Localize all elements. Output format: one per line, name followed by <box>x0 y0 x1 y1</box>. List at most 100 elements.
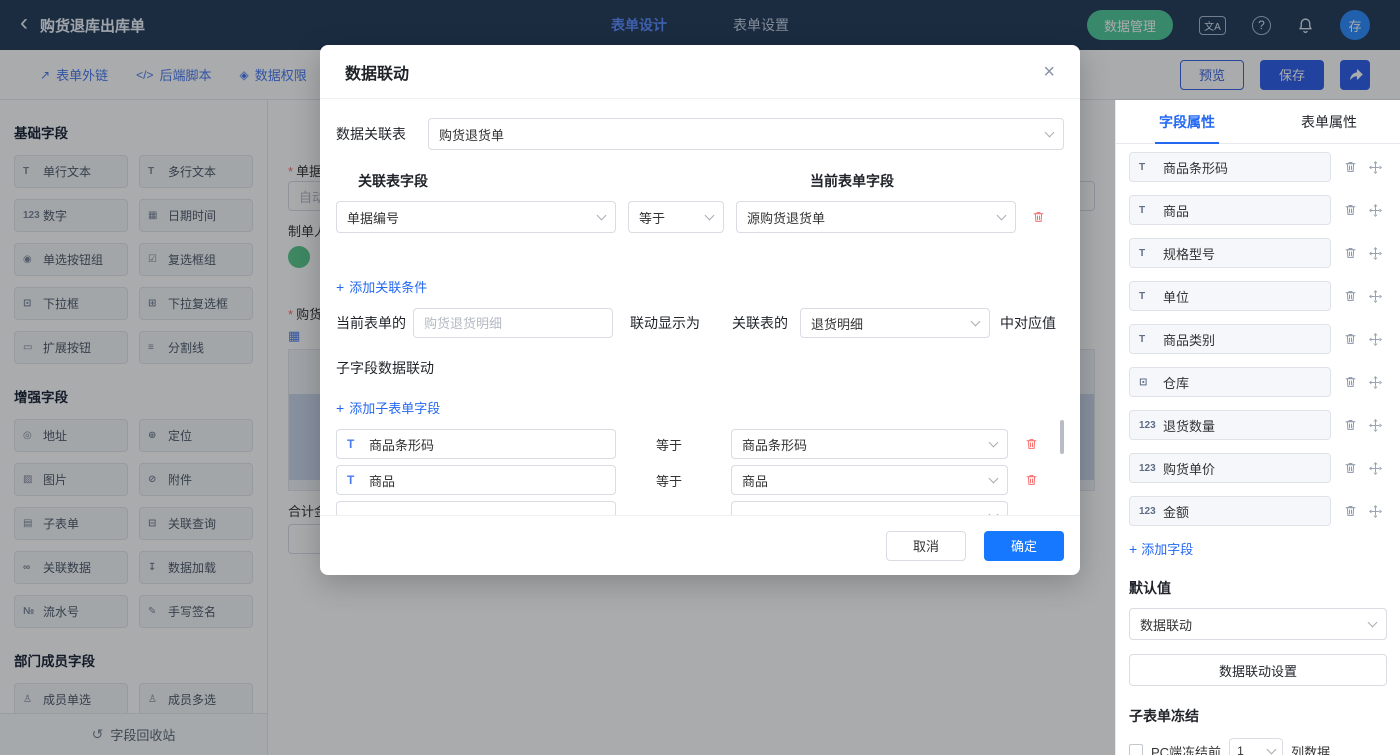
chevron-down-icon <box>989 473 999 483</box>
subfield-target-select[interactable] <box>731 501 1008 515</box>
field-type-icon: 123 <box>1139 420 1163 431</box>
field-item[interactable]: 123 金额 <box>1129 496 1331 526</box>
field-item[interactable]: T 单位 <box>1129 281 1331 311</box>
subfield-linkage-row: T 商品 等于 商品 <box>336 465 1064 495</box>
delete-condition-icon[interactable] <box>1032 210 1045 224</box>
modal-header: 数据联动 × <box>320 45 1080 99</box>
add-field-link[interactable]: + 添加字段 <box>1129 539 1387 558</box>
close-icon[interactable]: × <box>1043 62 1055 82</box>
delete-field-icon[interactable] <box>1344 160 1357 174</box>
properties-panel: 字段属性 表单属性 T 商品条形码 <box>1115 100 1400 755</box>
properties-tabs: 字段属性 表单属性 <box>1116 100 1400 144</box>
default-value-select[interactable]: 数据联动 <box>1129 608 1387 640</box>
subform-field-row: ⊡ 仓库 <box>1129 367 1387 397</box>
subform-field-row: T 商品 <box>1129 195 1387 225</box>
move-field-icon[interactable] <box>1369 462 1382 475</box>
text-field-icon: T <box>347 473 369 487</box>
subform-field-row: 123 金额 <box>1129 496 1387 526</box>
field-item[interactable]: 123 购货单价 <box>1129 453 1331 483</box>
move-field-icon[interactable] <box>1369 419 1382 432</box>
scrollbar-thumb[interactable] <box>1060 420 1064 454</box>
field-item-label: 规格型号 <box>1163 244 1215 263</box>
subfield-rows: T 商品条形码 等于 商品条形码 <box>336 429 1064 515</box>
col-header-current-form-field: 当前表单字段 <box>810 171 894 191</box>
chevron-down-icon <box>1045 127 1055 137</box>
chevron-down-icon <box>971 316 981 326</box>
freeze-checkbox-label: PC端冻结前 <box>1151 742 1221 755</box>
plus-icon: + <box>1129 541 1137 557</box>
tab-field-properties[interactable]: 字段属性 <box>1116 100 1258 143</box>
subfield-linkage-row: T 商品条形码 等于 商品条形码 <box>336 429 1064 459</box>
move-field-icon[interactable] <box>1369 505 1382 518</box>
delete-field-icon[interactable] <box>1344 332 1357 346</box>
subform-field-row: 123 退货数量 <box>1129 410 1387 440</box>
add-subfield-link[interactable]: + 添加子表单字段 <box>336 398 440 417</box>
move-field-icon[interactable] <box>1369 333 1382 346</box>
subfield-operator: 等于 <box>656 435 686 454</box>
delete-field-icon[interactable] <box>1344 246 1357 260</box>
field-item-label: 商品类别 <box>1163 330 1215 349</box>
delete-field-icon[interactable] <box>1344 418 1357 432</box>
linkage-settings-button[interactable]: 数据联动设置 <box>1129 654 1387 686</box>
field-type-icon: 123 <box>1139 506 1163 517</box>
subform-freeze-title: 子表单冻结 <box>1129 706 1387 726</box>
chevron-down-icon <box>989 509 999 515</box>
delete-subfield-icon[interactable] <box>1025 437 1038 451</box>
freeze-setting-row: PC端冻结前 1 列数据 <box>1129 738 1387 755</box>
subform-field-row: T 商品条形码 <box>1129 152 1387 182</box>
delete-field-icon[interactable] <box>1344 375 1357 389</box>
condition-operator-select[interactable]: 等于 <box>628 201 724 233</box>
relation-table-select[interactable]: 购货退货单 <box>428 118 1064 150</box>
plus-icon: + <box>336 279 344 295</box>
move-field-icon[interactable] <box>1369 290 1382 303</box>
subfield-target-select[interactable]: 商品 <box>731 465 1008 495</box>
delete-field-icon[interactable] <box>1344 203 1357 217</box>
tab-form-properties[interactable]: 表单属性 <box>1258 100 1400 143</box>
delete-subfield-icon[interactable] <box>1025 473 1038 487</box>
subfield-target-select[interactable]: 商品条形码 <box>731 429 1008 459</box>
field-type-icon: T <box>1139 205 1163 216</box>
confirm-button[interactable]: 确定 <box>984 531 1064 561</box>
field-type-icon: T <box>1139 162 1163 173</box>
data-linkage-modal: 数据联动 × 数据关联表 购货退货单 关联表字段 当前表单字段 单据编号 <box>320 45 1080 575</box>
condition-target-select[interactable]: 源购货退货单 <box>736 201 1016 233</box>
field-item[interactable]: T 商品条形码 <box>1129 152 1331 182</box>
move-field-icon[interactable] <box>1369 204 1382 217</box>
condition-field-select[interactable]: 单据编号 <box>336 201 616 233</box>
field-type-icon: ⊡ <box>1139 377 1163 388</box>
chevron-down-icon <box>1267 744 1277 754</box>
freeze-count-select[interactable]: 1 <box>1229 738 1283 755</box>
field-type-icon: 123 <box>1139 463 1163 474</box>
chevron-down-icon <box>997 210 1007 220</box>
col-header-relation-field: 关联表字段 <box>358 171 428 191</box>
field-item[interactable]: T 商品类别 <box>1129 324 1331 354</box>
delete-field-icon[interactable] <box>1344 504 1357 518</box>
field-item-label: 仓库 <box>1163 373 1189 392</box>
modal-body: 数据关联表 购货退货单 关联表字段 当前表单字段 单据编号 等于 <box>320 99 1080 515</box>
add-condition-label: 添加关联条件 <box>349 277 427 296</box>
field-item[interactable]: T 规格型号 <box>1129 238 1331 268</box>
cancel-button[interactable]: 取消 <box>886 531 966 561</box>
move-field-icon[interactable] <box>1369 247 1382 260</box>
related-field-select[interactable]: 退货明细 <box>800 308 990 338</box>
condition-row: 单据编号 等于 源购货退货单 <box>336 201 1064 233</box>
current-form-field-input[interactable] <box>413 308 613 338</box>
modal-title: 数据联动 <box>345 60 409 84</box>
app-root: ‹ 购货退库出库单 表单设计 表单设置 数据管理 文A ? 存 ↗ 表单外链 <box>0 0 1400 755</box>
move-field-icon[interactable] <box>1369 161 1382 174</box>
field-item[interactable]: ⊡ 仓库 <box>1129 367 1331 397</box>
subfield-name-box: T 商品 <box>336 465 616 495</box>
delete-field-icon[interactable] <box>1344 289 1357 303</box>
field-item[interactable]: T 商品 <box>1129 195 1331 225</box>
freeze-checkbox[interactable] <box>1129 744 1143 755</box>
chevron-down-icon <box>989 437 999 447</box>
add-condition-link[interactable]: + 添加关联条件 <box>336 277 427 296</box>
subform-field-row: 123 购货单价 <box>1129 453 1387 483</box>
delete-field-icon[interactable] <box>1344 461 1357 475</box>
field-type-icon: T <box>1139 291 1163 302</box>
chevron-down-icon <box>705 210 715 220</box>
field-item[interactable]: 123 退货数量 <box>1129 410 1331 440</box>
current-form-prefix: 当前表单的 <box>336 313 406 333</box>
field-item-label: 单位 <box>1163 287 1189 306</box>
move-field-icon[interactable] <box>1369 376 1382 389</box>
